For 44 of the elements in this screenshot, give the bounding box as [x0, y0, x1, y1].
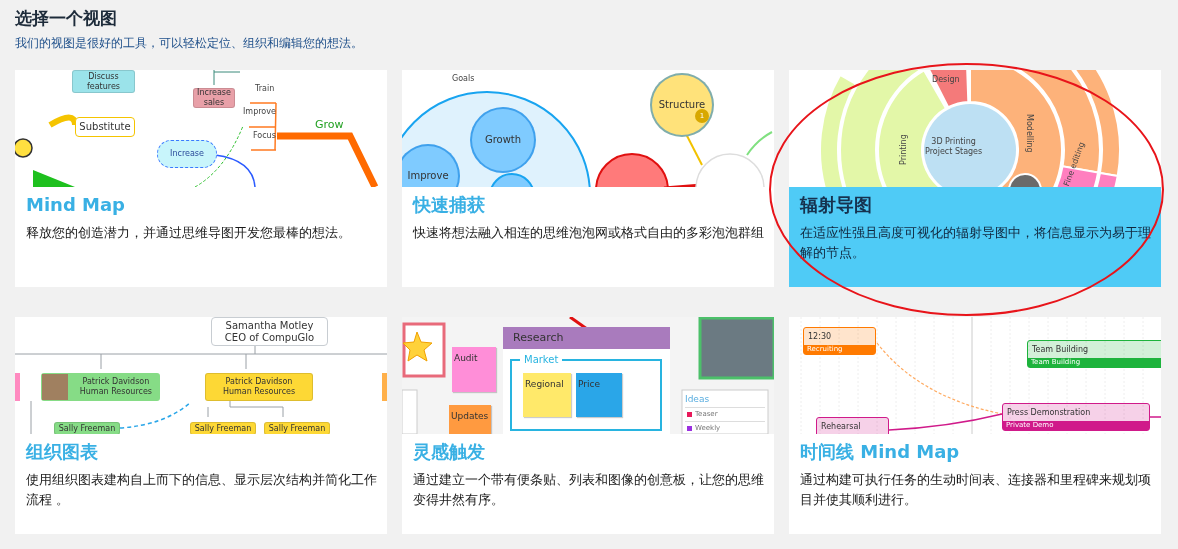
event-title: 12:30	[807, 330, 833, 343]
node-box: Discuss features	[72, 70, 135, 93]
cloud-node: Increase	[157, 140, 217, 168]
sticky-note: Audit	[452, 347, 496, 392]
node-box: Sally Freeman	[54, 422, 120, 434]
card-title: Mind Map	[26, 193, 126, 217]
node-label: Printing	[898, 135, 909, 165]
card-description: 使用组织图表建构自上而下的信息、显示层次结构并简化工作流程 。	[26, 471, 378, 509]
card-description: 快速将想法融入相连的思维泡泡网或格式自由的多彩泡泡群组	[413, 224, 765, 242]
board-header: Research	[503, 327, 670, 349]
page-subtitle: 我们的视图是很好的工具，可以轻松定位、组织和编辑您的想法。	[15, 35, 364, 52]
branch-label: Grow	[315, 117, 345, 133]
card-description: 释放您的创造潜力，并通过思维导图开发您最棒的想法。	[26, 224, 352, 242]
card-title: 时间线 Mind Map	[800, 440, 961, 464]
node-box: Patrick Davidson Human Resources	[205, 373, 313, 401]
view-card[interactable]: Samantha Motley CEO of CompuGlo Patrick Davidson Human Resources Patrick Davidson Human Resources Sally Freeman Sally Freeman Sally Freeman 组织图表 使用组织图表建构自上而下的信息、显示层次结构并简化工作流程 。	[15, 317, 387, 534]
node-box: Sally Freeman	[264, 422, 330, 434]
node-label: Train	[255, 83, 275, 95]
card-title: 快速捕获	[413, 193, 486, 217]
sticky-note: Price	[576, 373, 622, 417]
event-title: Press Demonstration	[1006, 406, 1092, 419]
event-title: Rehearsal	[820, 421, 862, 433]
list-title: Ideas	[685, 393, 711, 406]
node-label: Goals	[452, 73, 476, 85]
event-title: Team Building	[1031, 343, 1090, 356]
card-title: 灵感触发	[413, 440, 486, 464]
avatar-placeholder	[42, 374, 68, 400]
photo-placeholder	[1008, 173, 1042, 187]
sticky-note: Regional	[523, 373, 571, 417]
node-label: Modelling	[1024, 114, 1035, 155]
frame-label: Market	[520, 353, 563, 366]
card-description: 通过构建可执行任务的生动时间表、连接器和里程碑来规划项目并使其顺利进行。	[800, 471, 1152, 509]
node-label: 3D Printing Project Stages	[925, 136, 984, 158]
card-title: 辐射导图	[800, 193, 873, 217]
node-box: Increase sales	[193, 88, 235, 108]
node-box: Samantha Motley CEO of CompuGlo	[211, 317, 328, 346]
page-title: 选择一个视图	[15, 7, 118, 30]
node-box: Sally Freeman	[190, 422, 256, 434]
node-box: Substitute	[75, 117, 135, 137]
card-description: 通过建立一个带有便条贴、列表和图像的创意板，让您的思维变得井然有序。	[413, 471, 765, 509]
sticky-note: Updates	[449, 405, 491, 434]
person-name: Patrick Davidson Human Resources	[79, 377, 152, 397]
card-title: 组织图表	[26, 440, 99, 464]
card-description: 在适应性强且高度可视化的辐射导图中，将信息显示为易于理解的节点。	[800, 224, 1152, 262]
